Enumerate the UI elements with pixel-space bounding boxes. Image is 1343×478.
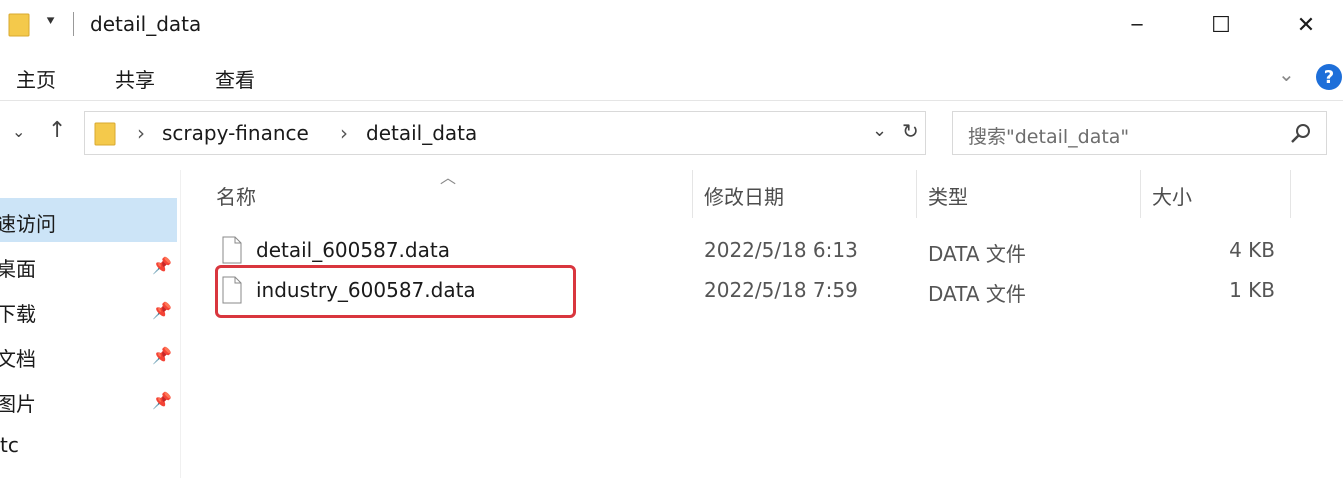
column-divider[interactable] — [916, 170, 917, 218]
file-size: 4 KB — [1229, 238, 1275, 262]
pane-divider — [180, 170, 181, 478]
column-header-size[interactable]: 大小 — [1152, 181, 1192, 210]
search-placeholder: 搜索"detail_data" — [968, 126, 1130, 148]
file-type: DATA 文件 — [928, 242, 1026, 266]
ribbon-expand-icon[interactable]: ⌄ — [1278, 62, 1295, 86]
file-modified: 2022/5/18 7:59 — [704, 278, 858, 302]
close-button[interactable]: ✕ — [1268, 0, 1343, 50]
title-separator — [73, 12, 74, 36]
maximize-button[interactable]: ☐ — [1183, 0, 1259, 50]
help-icon[interactable]: ? — [1316, 64, 1342, 90]
close-icon: ✕ — [1296, 12, 1316, 38]
help-label: ? — [1323, 66, 1335, 88]
column-divider[interactable] — [1140, 170, 1141, 218]
highlight-box — [215, 265, 576, 318]
nav-item-quick-access[interactable]: 速访问 — [0, 208, 56, 237]
tab-share[interactable]: 共享 — [115, 64, 155, 93]
column-divider[interactable] — [692, 170, 693, 218]
pin-icon: 📌 — [152, 256, 172, 275]
recent-locations-icon[interactable]: ⌄ — [12, 122, 25, 141]
up-arrow-icon[interactable]: ↑ — [48, 118, 66, 143]
nav-item-tc[interactable]: tc — [0, 433, 19, 457]
window-title: detail_data — [90, 12, 202, 36]
ribbon-divider — [0, 100, 1343, 101]
nav-item-documents[interactable]: 文档 — [0, 343, 36, 372]
column-header-modified[interactable]: 修改日期 — [704, 181, 784, 210]
file-type: DATA 文件 — [928, 282, 1026, 306]
file-size: 1 KB — [1229, 278, 1275, 302]
nav-item-pictures[interactable]: 图片 — [0, 388, 36, 417]
breadcrumb-separator-icon[interactable]: › — [137, 121, 145, 145]
address-dropdown-icon[interactable]: ⌄ — [872, 120, 887, 141]
column-divider[interactable] — [1290, 170, 1291, 218]
tab-home[interactable]: 主页 — [16, 64, 56, 93]
folder-icon — [94, 122, 116, 146]
sort-ascending-icon: ︿ — [440, 168, 457, 187]
minimize-button[interactable]: ─ — [1099, 0, 1175, 50]
folder-icon — [8, 13, 30, 37]
maximize-icon: ☐ — [1211, 12, 1231, 38]
refresh-icon[interactable]: ↻ — [902, 119, 919, 143]
breadcrumb-scrapy-finance[interactable]: scrapy-finance — [162, 121, 309, 145]
search-icon[interactable] — [1290, 123, 1312, 145]
breadcrumb-separator-icon[interactable]: › — [340, 121, 348, 145]
minimize-icon: ─ — [1131, 14, 1143, 36]
pin-icon: 📌 — [152, 346, 172, 365]
pin-icon: 📌 — [152, 301, 172, 320]
quick-access-dropdown-icon[interactable]: ⯆ — [45, 14, 56, 30]
column-header-type[interactable]: 类型 — [928, 181, 968, 210]
nav-item-desktop[interactable]: 桌面 — [0, 253, 36, 282]
tab-view[interactable]: 查看 — [215, 64, 255, 93]
file-name[interactable]: detail_600587.data — [256, 238, 450, 262]
breadcrumb-detail-data[interactable]: detail_data — [366, 121, 477, 145]
column-header-name[interactable]: 名称 — [216, 181, 256, 210]
ribbon — [0, 52, 1343, 100]
file-modified: 2022/5/18 6:13 — [704, 238, 858, 262]
pin-icon: 📌 — [152, 391, 172, 410]
nav-item-downloads[interactable]: 下载 — [0, 298, 36, 327]
file-icon — [222, 236, 242, 264]
